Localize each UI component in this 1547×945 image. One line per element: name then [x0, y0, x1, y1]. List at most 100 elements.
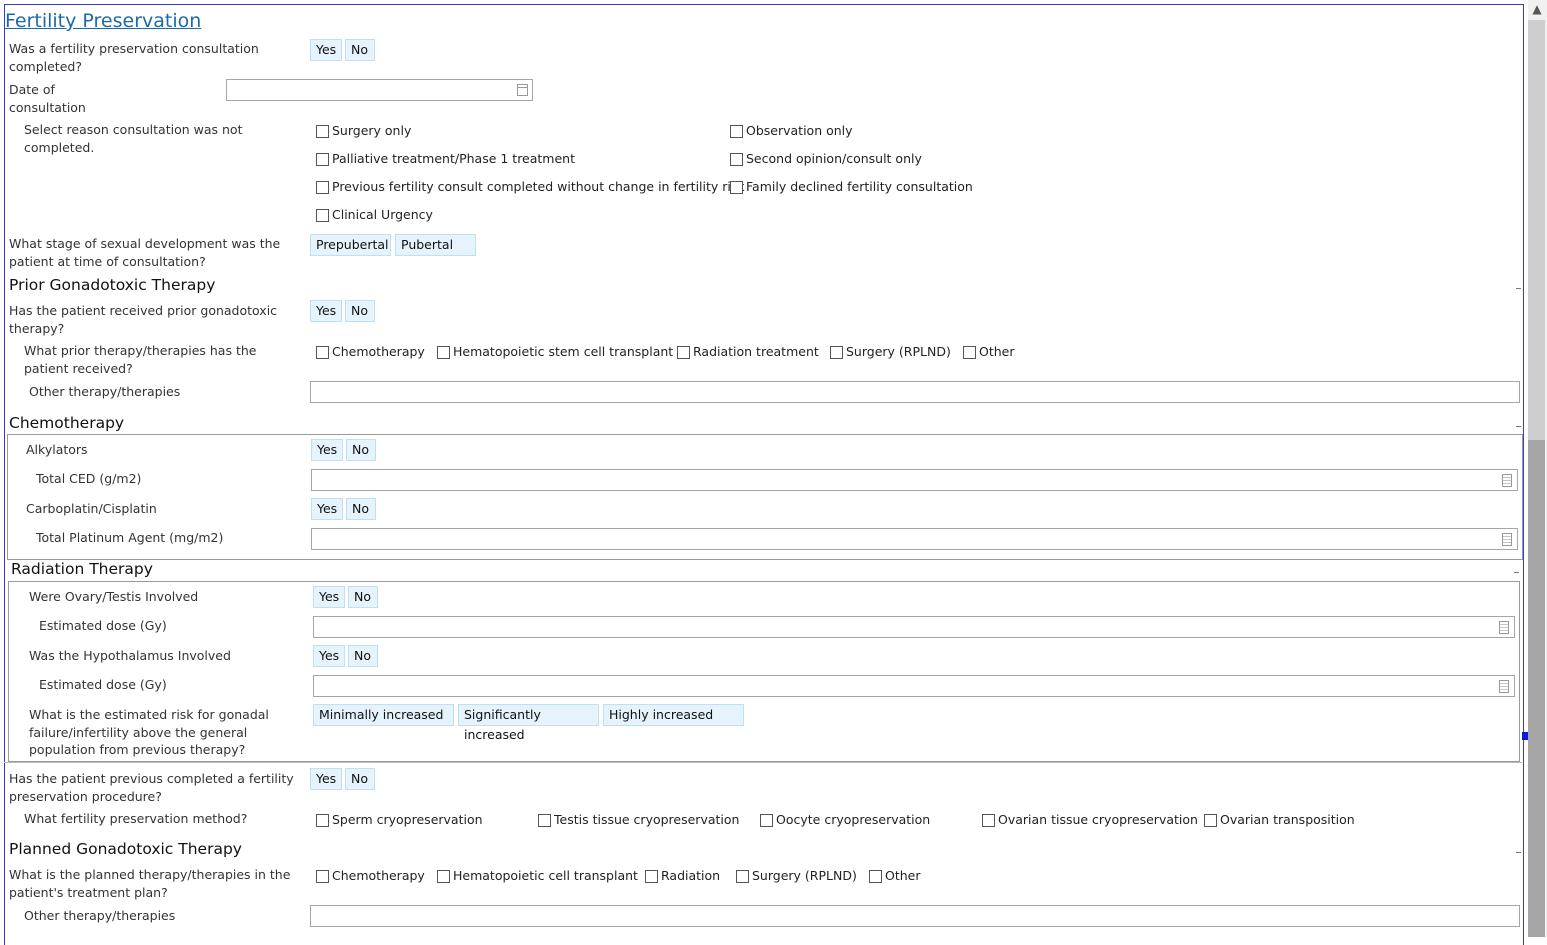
- reason-clinical-urgency-checkbox[interactable]: Clinical Urgency: [316, 207, 433, 223]
- scrollbar-track[interactable]: [1528, 20, 1545, 440]
- checkbox-icon[interactable]: [316, 181, 329, 194]
- method-sperm-checkbox[interactable]: Sperm cryopreservation: [316, 812, 483, 828]
- carboplatin-yes-button[interactable]: Yes: [311, 498, 343, 520]
- checkbox-icon[interactable]: [1204, 814, 1217, 827]
- date-input[interactable]: [226, 79, 533, 101]
- prev-procedure-no-button[interactable]: No: [345, 768, 375, 790]
- hypothalamus-no-button[interactable]: No: [348, 645, 378, 667]
- prior-other-checkbox[interactable]: Other: [963, 344, 1015, 360]
- method-testis-checkbox[interactable]: Testis tissue cryopreservation: [538, 812, 739, 828]
- checkbox-icon[interactable]: [736, 870, 749, 883]
- reason-surgery-only-checkbox[interactable]: Surgery only: [316, 123, 411, 139]
- checkbox-icon[interactable]: [437, 870, 450, 883]
- ovary-yes-button[interactable]: Yes: [313, 586, 345, 608]
- checkbox-icon[interactable]: [869, 870, 882, 883]
- reason-previous-consult-checkbox[interactable]: Previous fertility consult completed wit…: [316, 179, 745, 195]
- section-planned-heading: Planned Gonadotoxic Therapy: [9, 840, 242, 858]
- section-chemotherapy-heading: Chemotherapy: [9, 414, 125, 432]
- carboplatin-no-button[interactable]: No: [346, 498, 376, 520]
- collapse-icon[interactable]: [1516, 426, 1521, 427]
- total-platinum-input[interactable]: [311, 528, 1518, 550]
- reason-question: Select reason consultation was not compl…: [24, 122, 243, 155]
- planned-chemotherapy-checkbox[interactable]: Chemotherapy: [316, 868, 425, 884]
- prior-yes-button[interactable]: Yes: [310, 300, 342, 322]
- calculator-icon[interactable]: [1499, 680, 1509, 693]
- checkbox-icon[interactable]: [316, 125, 329, 138]
- calendar-icon[interactable]: [517, 84, 528, 96]
- checkbox-icon[interactable]: [316, 153, 329, 166]
- collapse-icon[interactable]: [1514, 572, 1519, 573]
- checkbox-icon[interactable]: [645, 870, 658, 883]
- total-ced-input[interactable]: [311, 469, 1518, 491]
- planned-radiation-checkbox[interactable]: Radiation: [645, 868, 720, 884]
- scroll-up-arrow-icon[interactable]: ▲: [1530, 2, 1544, 16]
- prior-surgery-checkbox[interactable]: Surgery (RPLND): [830, 344, 951, 360]
- calculator-icon[interactable]: [1499, 621, 1509, 634]
- hypothalamus-label: Was the Hypothalamus Involved: [29, 648, 231, 663]
- alkylators-yes-button[interactable]: Yes: [311, 439, 343, 461]
- consult-no-button[interactable]: No: [345, 39, 375, 61]
- checkbox-icon[interactable]: [677, 346, 690, 359]
- planned-hct-checkbox[interactable]: Hematopoietic cell transplant: [437, 868, 638, 884]
- method-question: What fertility preservation method?: [24, 811, 248, 826]
- reason-family-declined-checkbox[interactable]: Family declined fertility consultation: [730, 179, 973, 195]
- hypothalamus-dose-label: Estimated dose (Gy): [39, 677, 167, 692]
- risk-question: What is the estimated risk for gonadal f…: [29, 707, 269, 757]
- prev-procedure-yes-button[interactable]: Yes: [310, 768, 342, 790]
- other-therapy-2-input[interactable]: [310, 905, 1520, 927]
- reason-palliative-checkbox[interactable]: Palliative treatment/Phase 1 treatment: [316, 151, 575, 167]
- risk-minimal-button[interactable]: Minimally increased: [313, 704, 454, 726]
- checkbox-icon[interactable]: [830, 346, 843, 359]
- planned-surgery-checkbox[interactable]: Surgery (RPLND): [736, 868, 857, 884]
- checkbox-icon[interactable]: [437, 346, 450, 359]
- checkbox-icon[interactable]: [538, 814, 551, 827]
- consult-yes-button[interactable]: Yes: [310, 39, 342, 61]
- collapse-icon[interactable]: [1516, 852, 1521, 853]
- section-radiation-heading: Radiation Therapy: [11, 560, 153, 578]
- divider: [4, 762, 1522, 763]
- collapse-icon[interactable]: [1516, 288, 1521, 289]
- reason-observation-only-checkbox[interactable]: Observation only: [730, 123, 853, 139]
- risk-high-button[interactable]: Highly increased: [603, 704, 744, 726]
- section-prior-therapy-heading: Prior Gonadotoxic Therapy: [9, 276, 216, 294]
- method-ovarian-tissue-checkbox[interactable]: Ovarian tissue cryopreservation: [982, 812, 1198, 828]
- checkbox-icon[interactable]: [730, 153, 743, 166]
- planned-other-checkbox[interactable]: Other: [869, 868, 921, 884]
- other-therapy-input[interactable]: [310, 381, 1520, 403]
- checkbox-icon[interactable]: [963, 346, 976, 359]
- checkbox-icon[interactable]: [316, 814, 329, 827]
- method-oocyte-checkbox[interactable]: Oocyte cryopreservation: [760, 812, 930, 828]
- hypothalamus-dose-input[interactable]: [313, 675, 1515, 697]
- risk-significant-button[interactable]: Significantly increased: [458, 704, 599, 742]
- checkbox-icon[interactable]: [316, 209, 329, 222]
- ovary-no-button[interactable]: No: [348, 586, 378, 608]
- checkbox-icon[interactable]: [316, 870, 329, 883]
- prior-no-button[interactable]: No: [345, 300, 375, 322]
- prior-question: Has the patient received prior gonadotox…: [9, 303, 278, 336]
- alkylators-no-button[interactable]: No: [346, 439, 376, 461]
- calculator-icon[interactable]: [1502, 474, 1512, 487]
- total-ced-label: Total CED (g/m2): [36, 471, 142, 486]
- checkbox-icon[interactable]: [730, 125, 743, 138]
- hypothalamus-yes-button[interactable]: Yes: [313, 645, 345, 667]
- scroll-marker: [1522, 732, 1528, 740]
- ovary-testis-label: Were Ovary/Testis Involved: [29, 589, 199, 604]
- reason-second-opinion-checkbox[interactable]: Second opinion/consult only: [730, 151, 922, 167]
- scrollbar-thumb[interactable]: [1528, 440, 1545, 937]
- stage-prepubertal-button[interactable]: Prepubertal: [310, 234, 391, 256]
- ovary-dose-label: Estimated dose (Gy): [39, 618, 167, 633]
- prior-chemotherapy-checkbox[interactable]: Chemotherapy: [316, 344, 425, 360]
- checkbox-icon[interactable]: [730, 181, 743, 194]
- form-title[interactable]: Fertility Preservation: [5, 10, 201, 32]
- stage-question: What stage of sexual development was the…: [9, 236, 281, 269]
- prior-radiation-checkbox[interactable]: Radiation treatment: [677, 344, 819, 360]
- checkbox-icon[interactable]: [760, 814, 773, 827]
- prior-hsct-checkbox[interactable]: Hematopoietic stem cell transplant: [437, 344, 673, 360]
- calculator-icon[interactable]: [1502, 533, 1512, 546]
- checkbox-icon[interactable]: [982, 814, 995, 827]
- total-platinum-label: Total Platinum Agent (mg/m2): [36, 530, 224, 545]
- checkbox-icon[interactable]: [316, 346, 329, 359]
- ovary-dose-input[interactable]: [313, 616, 1515, 638]
- stage-pubertal-button[interactable]: Pubertal: [395, 234, 476, 256]
- method-transposition-checkbox[interactable]: Ovarian transposition: [1204, 812, 1355, 828]
